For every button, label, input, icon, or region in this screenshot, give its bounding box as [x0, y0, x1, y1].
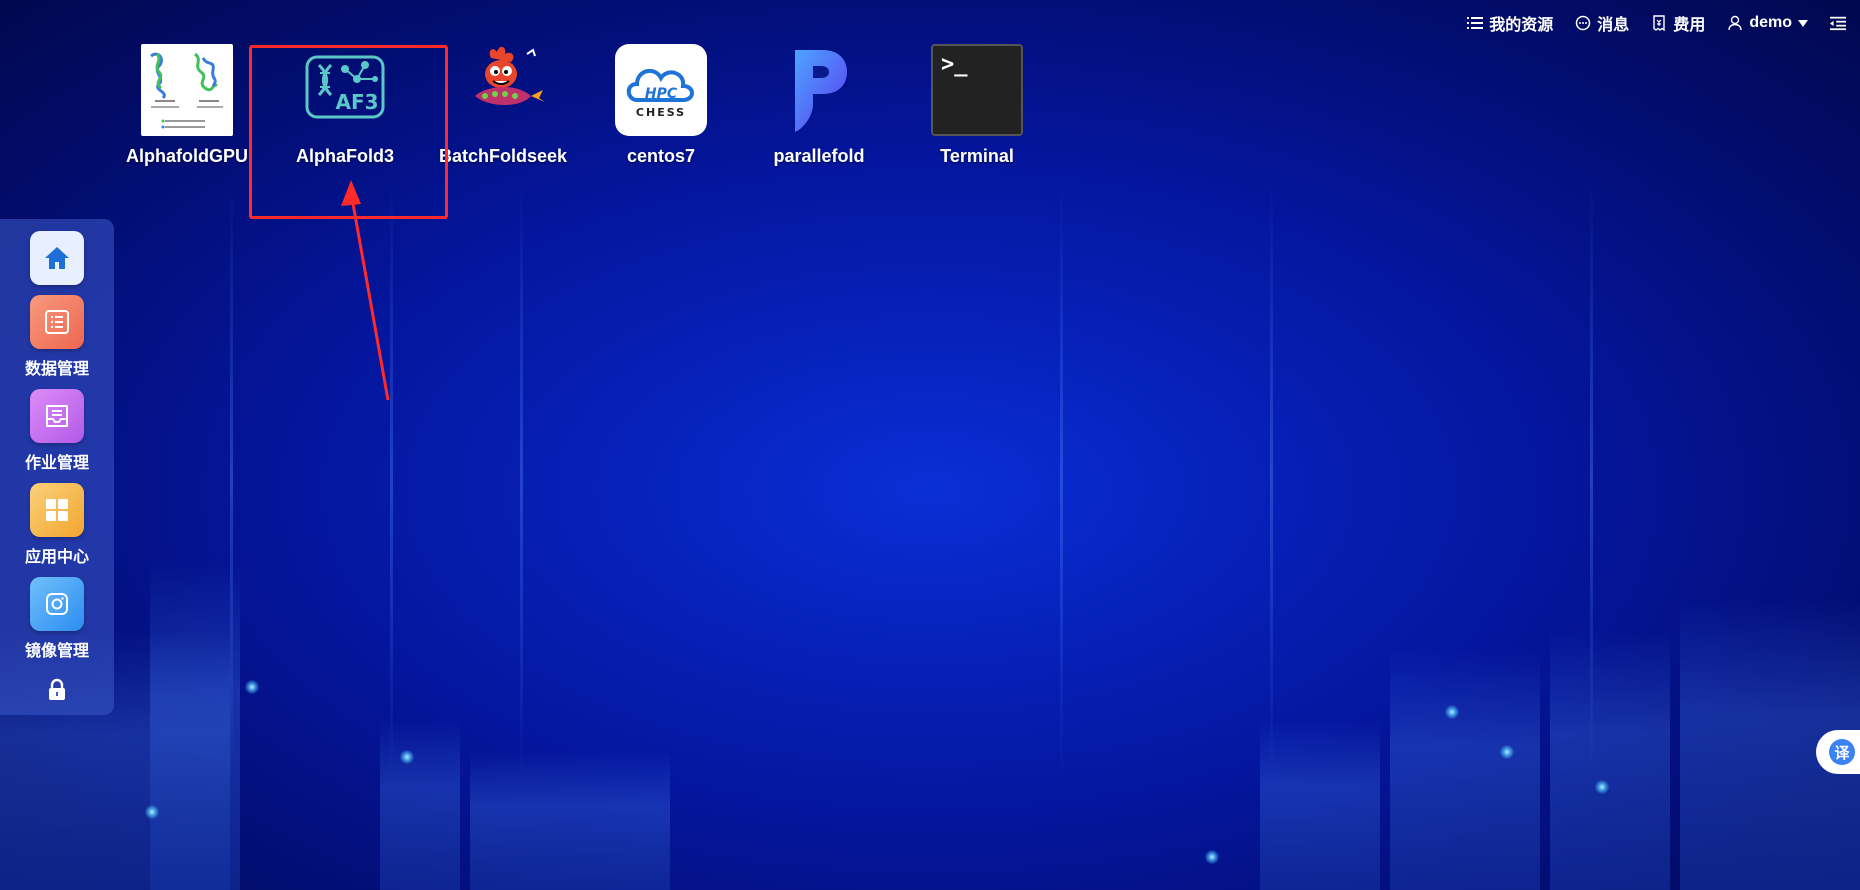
list-icon: [1467, 15, 1484, 31]
p-logo-icon: [773, 44, 865, 136]
menu-fold-icon: [1830, 15, 1846, 31]
app-label: centos7: [626, 146, 696, 166]
dock-label: 镜像管理: [24, 643, 89, 660]
app-grid-icon: [29, 483, 84, 537]
dock-item-image-management[interactable]: 镜像管理: [25, 577, 89, 661]
top-bar: 我的资源 消息 费用 demo: [1467, 10, 1846, 36]
dock-label: 应用中心: [24, 549, 89, 566]
app-label: parallefold: [773, 146, 865, 166]
svg-text:CHESS: CHESS: [636, 106, 686, 119]
camera-icon: [29, 577, 84, 631]
my-resources-link[interactable]: 我的资源: [1467, 11, 1553, 35]
dock-label: 数据管理: [24, 361, 89, 378]
username: demo: [1749, 14, 1792, 31]
app-label: Terminal: [940, 146, 1014, 166]
terminal-icon: >_: [931, 44, 1023, 136]
dock-item-home[interactable]: [30, 231, 84, 285]
messages-label: 消息: [1597, 17, 1630, 34]
collapse-menu-button[interactable]: [1830, 15, 1846, 31]
app-label: AlphafoldGPU: [126, 146, 248, 166]
home-icon: [30, 231, 84, 285]
app-centos7[interactable]: HPC CHESS centos7: [582, 44, 740, 167]
left-dock: 数据管理 作业管理 应用中心 镜像管理: [0, 219, 114, 715]
rocket-mascot-icon: [457, 44, 549, 136]
messages-link[interactable]: 消息: [1575, 11, 1629, 35]
hpc-chess-cloud-icon: HPC CHESS: [615, 44, 707, 136]
bill-icon: [1651, 15, 1667, 31]
lock-button[interactable]: [42, 675, 72, 705]
app-parallefold[interactable]: parallefold: [740, 44, 898, 167]
translate-button[interactable]: 译: [1816, 730, 1860, 774]
chevron-down-icon: [1798, 19, 1808, 27]
chat-bubble-icon: [1575, 15, 1591, 31]
user-icon: [1727, 15, 1743, 31]
billing-link[interactable]: 费用: [1651, 11, 1705, 35]
dock-item-app-center[interactable]: 应用中心: [25, 483, 89, 567]
user-menu[interactable]: demo: [1727, 14, 1808, 32]
my-resources-label: 我的资源: [1489, 17, 1554, 34]
dock-label: 作业管理: [24, 455, 89, 472]
app-label: BatchFoldseek: [438, 146, 568, 166]
dock-item-data-management[interactable]: 数据管理: [25, 295, 89, 379]
data-list-icon: [29, 295, 84, 349]
app-alphafoldgpu[interactable]: AlphafoldGPU: [108, 44, 266, 167]
billing-label: 费用: [1673, 17, 1706, 34]
protein-structure-icon: [141, 44, 233, 136]
translate-icon: 译: [1829, 739, 1855, 765]
lock-icon: [49, 678, 65, 700]
svg-text:HPC: HPC: [645, 86, 678, 102]
dock-item-job-management[interactable]: 作业管理: [25, 389, 89, 473]
highlight-box: [249, 45, 448, 219]
app-terminal[interactable]: >_ Terminal: [898, 44, 1056, 167]
job-tray-icon: [29, 389, 84, 443]
